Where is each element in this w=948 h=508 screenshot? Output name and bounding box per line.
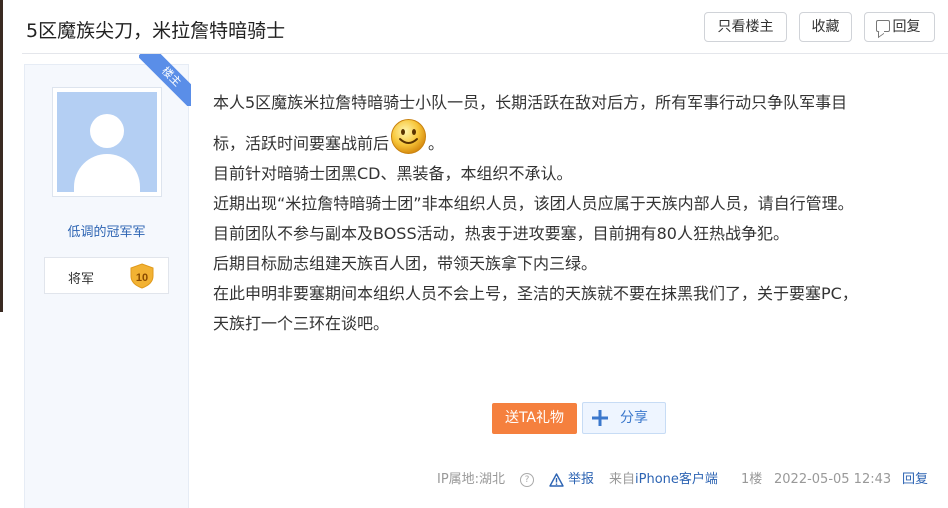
share-label: 分享: [620, 410, 648, 426]
post-line: 标，活跃时间要塞战前后 。: [213, 118, 923, 159]
only-op-button[interactable]: 只看楼主: [704, 12, 787, 42]
left-edge-strip: [0, 0, 3, 312]
post-line-text: 标，活跃时间要塞战前后: [213, 134, 390, 153]
warning-triangle-icon: [549, 473, 564, 487]
op-badge-ribbon: 楼主: [139, 54, 191, 106]
op-badge-label: 楼主: [139, 54, 191, 106]
post-line: 在此申明非要塞期间本组织人员不会上号，圣洁的天族就不要在抹黑我们了，关于要塞PC…: [213, 284, 858, 303]
post-line-text: 。: [428, 134, 445, 153]
floor-reply-link[interactable]: 回复: [902, 471, 928, 489]
plus-share-icon: [592, 410, 608, 426]
reply-button[interactable]: 回复: [864, 12, 935, 42]
ip-location: IP属地:湖北: [437, 472, 506, 487]
source-device-link[interactable]: iPhone客户端: [635, 472, 718, 487]
post-line: 天族打一个三环在谈吧。: [213, 314, 390, 333]
post-line: 目前团队不参与副本及BOSS活动，热衷于进攻要塞，目前拥有80人狂热战争犯。: [213, 224, 789, 243]
send-gift-button[interactable]: 送TA礼物: [492, 403, 577, 434]
level-shield-icon: 10: [130, 263, 154, 289]
post-content: 本人5区魔族米拉詹特暗骑士小队一员，长期活跃在敌对后方，所有军事行动只争队军事目…: [213, 88, 923, 339]
speech-bubble-icon: [876, 20, 890, 32]
default-avatar-icon: [57, 92, 157, 192]
post-source: 来自iPhone客户端: [609, 471, 718, 489]
post-line: 目前针对暗骑士团黑CD、黑装备，本组织不承认。: [213, 164, 573, 183]
level-title: 将军: [68, 272, 95, 287]
level-number: 10: [136, 272, 148, 284]
question-circle-icon[interactable]: ?: [520, 473, 534, 487]
author-level[interactable]: 将军 10: [44, 257, 169, 294]
thread-title: 5区魔族尖刀，米拉詹特暗骑士: [26, 20, 286, 42]
share-button[interactable]: 分享: [582, 402, 666, 434]
thread-header: 5区魔族尖刀，米拉詹特暗骑士 只看楼主 收藏 回复: [22, 0, 948, 54]
post-line: 后期目标励志组建天族百人团，带领天族拿下内三绿。: [213, 254, 598, 273]
floor-number: 1楼: [741, 472, 763, 487]
favorite-button[interactable]: 收藏: [799, 12, 852, 42]
post-line: 近期出现“米拉詹特暗骑士团”非本组织人员，该团人员应属于天族内部人员，请自行管理…: [213, 194, 854, 213]
post-timestamp: 2022-05-05 12:43: [774, 472, 892, 487]
smiley-emoticon-icon: [391, 119, 427, 154]
post-line: 本人5区魔族米拉詹特暗骑士小队一员，长期活跃在敌对后方，所有军事行动只争队军事目: [213, 93, 848, 112]
reply-button-label: 回复: [892, 19, 921, 35]
author-username[interactable]: 低调的冠军军: [24, 221, 189, 240]
source-prefix: 来自: [609, 472, 636, 487]
report-link[interactable]: 举报: [568, 471, 594, 489]
